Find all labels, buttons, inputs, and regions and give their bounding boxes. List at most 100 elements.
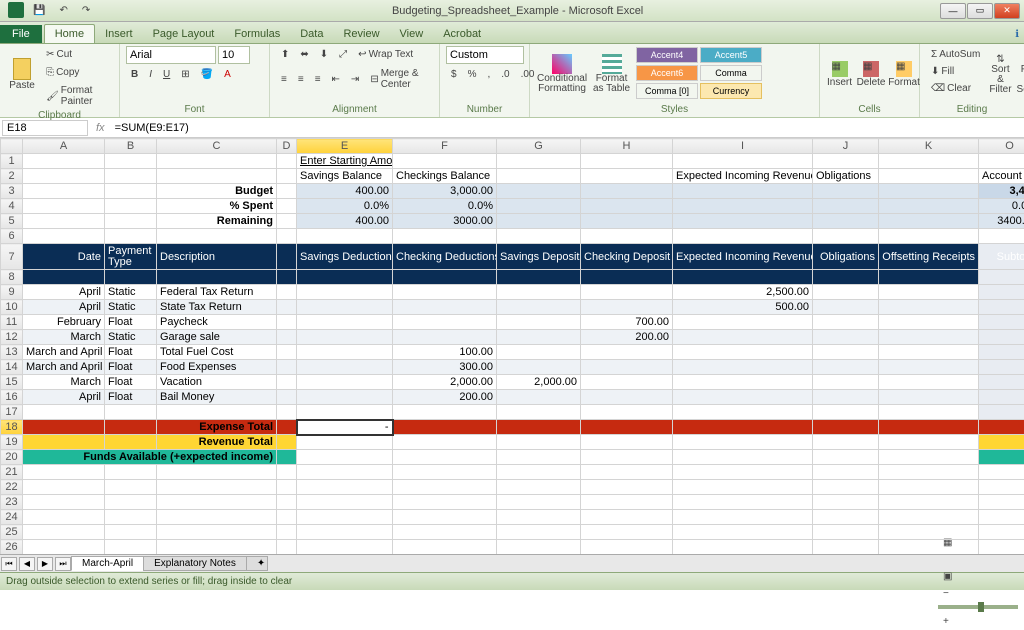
- row-header[interactable]: 26: [1, 540, 23, 555]
- cell[interactable]: [581, 300, 673, 315]
- clear-button[interactable]: ⌫ Clear: [926, 80, 985, 97]
- cell[interactable]: Revenue Total: [157, 435, 277, 450]
- row-header[interactable]: 4: [1, 199, 23, 214]
- font-color-button[interactable]: A: [219, 66, 236, 83]
- cell[interactable]: Float: [105, 375, 157, 390]
- format-as-table-button[interactable]: Format as Table: [591, 46, 632, 102]
- qat-undo[interactable]: ↶: [54, 2, 72, 19]
- cell[interactable]: [277, 525, 297, 540]
- cell[interactable]: [813, 540, 879, 555]
- cell[interactable]: Float: [105, 315, 157, 330]
- cell[interactable]: [673, 525, 813, 540]
- minimize-button[interactable]: —: [940, 3, 966, 19]
- cell[interactable]: Food Expenses: [157, 360, 277, 375]
- cell[interactable]: [581, 345, 673, 360]
- row-header[interactable]: 18: [1, 420, 23, 435]
- cell[interactable]: [879, 495, 979, 510]
- cell[interactable]: [673, 330, 813, 345]
- cell[interactable]: [979, 360, 1024, 375]
- align-center[interactable]: ≡: [293, 65, 309, 93]
- row-header[interactable]: 19: [1, 435, 23, 450]
- cell[interactable]: [979, 375, 1024, 390]
- cell[interactable]: [23, 480, 105, 495]
- cell[interactable]: [393, 525, 497, 540]
- cell[interactable]: April: [23, 390, 105, 405]
- col-header[interactable]: O: [979, 139, 1024, 154]
- cell[interactable]: [393, 300, 497, 315]
- cell[interactable]: [979, 300, 1024, 315]
- row-header[interactable]: 3: [1, 184, 23, 199]
- cell[interactable]: [673, 360, 813, 375]
- border-button[interactable]: ⊞: [176, 66, 194, 83]
- cell[interactable]: [673, 465, 813, 480]
- zoom-slider[interactable]: [938, 605, 1018, 609]
- conditional-formatting-button[interactable]: Conditional Formatting: [536, 46, 588, 102]
- cell[interactable]: [979, 390, 1024, 405]
- cell[interactable]: [105, 495, 157, 510]
- cell[interactable]: Total Fuel Cost: [157, 345, 277, 360]
- cell[interactable]: [581, 480, 673, 495]
- row-header[interactable]: 8: [1, 270, 23, 285]
- row-header[interactable]: 2: [1, 169, 23, 184]
- cell[interactable]: [673, 540, 813, 555]
- cell[interactable]: Savings Balance: [297, 169, 393, 184]
- tab-home[interactable]: Home: [44, 24, 95, 43]
- cell[interactable]: [879, 360, 979, 375]
- qat-save[interactable]: 💾: [28, 2, 50, 19]
- cell[interactable]: [813, 300, 879, 315]
- cell[interactable]: 3400.00: [979, 214, 1024, 229]
- align-right[interactable]: ≡: [310, 65, 326, 93]
- cell[interactable]: [157, 495, 277, 510]
- cell[interactable]: [497, 285, 581, 300]
- cell[interactable]: 300.00: [393, 360, 497, 375]
- cell[interactable]: [393, 540, 497, 555]
- cell[interactable]: [105, 480, 157, 495]
- cell[interactable]: [879, 480, 979, 495]
- cell[interactable]: Budget: [157, 184, 277, 199]
- selected-cell[interactable]: -: [297, 420, 393, 435]
- cell[interactable]: State Tax Return: [157, 300, 277, 315]
- cell[interactable]: [581, 540, 673, 555]
- cell[interactable]: [297, 495, 393, 510]
- cell[interactable]: [979, 540, 1024, 555]
- find-select-button[interactable]: 🔍Find & Select: [1016, 46, 1024, 102]
- cell[interactable]: [813, 510, 879, 525]
- cell[interactable]: Description: [157, 244, 277, 270]
- cell[interactable]: March and April: [23, 345, 105, 360]
- cell[interactable]: [277, 495, 297, 510]
- cell[interactable]: [277, 480, 297, 495]
- style-accent5[interactable]: Accent5: [700, 47, 762, 63]
- zoom-in[interactable]: +: [938, 613, 1018, 630]
- new-sheet-tab[interactable]: ✦: [246, 556, 268, 571]
- cell[interactable]: [105, 510, 157, 525]
- cell[interactable]: [673, 390, 813, 405]
- cell[interactable]: % Spent: [157, 199, 277, 214]
- tab-page-layout[interactable]: Page Layout: [143, 25, 225, 43]
- inc-decimal[interactable]: .0: [496, 66, 514, 83]
- cell[interactable]: [105, 465, 157, 480]
- format-painter-button[interactable]: 🖌 Format Painter: [41, 82, 113, 110]
- cell[interactable]: Vacation: [157, 375, 277, 390]
- cell[interactable]: Expected Incoming Revenue: [673, 244, 813, 270]
- cell[interactable]: [673, 495, 813, 510]
- fx-icon[interactable]: fx: [90, 122, 111, 134]
- cell[interactable]: [979, 510, 1024, 525]
- col-header[interactable]: I: [673, 139, 813, 154]
- row-header[interactable]: 24: [1, 510, 23, 525]
- cell[interactable]: [297, 480, 393, 495]
- number-format-combo[interactable]: [446, 46, 524, 64]
- close-button[interactable]: ✕: [994, 3, 1020, 19]
- col-header[interactable]: F: [393, 139, 497, 154]
- cell[interactable]: [297, 465, 393, 480]
- cell[interactable]: [277, 540, 297, 555]
- tab-review[interactable]: Review: [333, 25, 389, 43]
- cell[interactable]: [497, 540, 581, 555]
- sheet-tab[interactable]: March-April: [71, 556, 144, 571]
- cell[interactable]: [979, 330, 1024, 345]
- cell[interactable]: [879, 300, 979, 315]
- cell[interactable]: [673, 315, 813, 330]
- tab-formulas[interactable]: Formulas: [224, 25, 290, 43]
- cell[interactable]: [297, 390, 393, 405]
- cell[interactable]: 200.00: [393, 390, 497, 405]
- insert-cells-button[interactable]: ▦Insert: [826, 46, 853, 102]
